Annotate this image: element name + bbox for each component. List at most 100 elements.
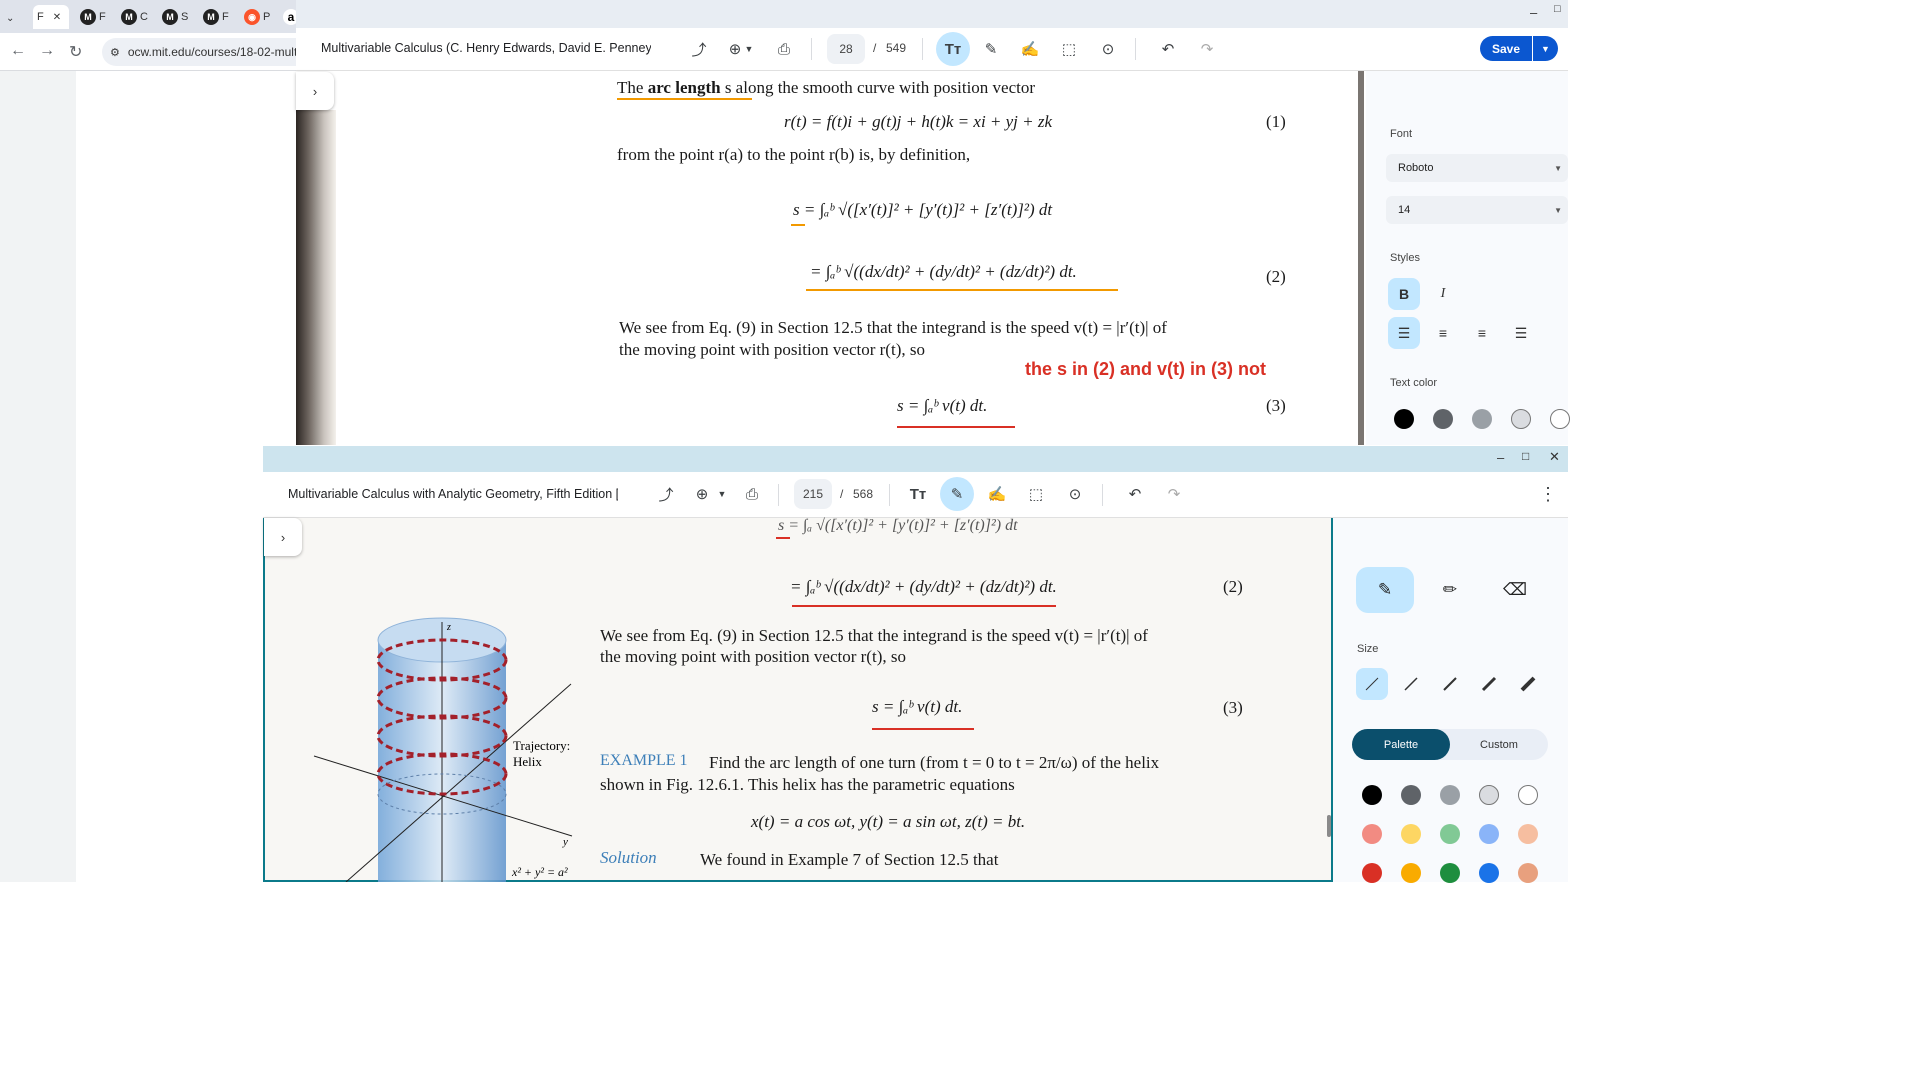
- forward-arrow-icon[interactable]: →: [39, 42, 55, 60]
- url-field[interactable]: ⚙ ocw.mit.edu/courses/18-02-mult: [102, 38, 312, 66]
- tab-5[interactable]: MF: [203, 5, 229, 29]
- figure-axis-y: y: [562, 836, 568, 848]
- page-number-input[interactable]: 215: [794, 479, 832, 509]
- ink-color-swatch[interactable]: [1362, 863, 1382, 883]
- minimize-icon[interactable]: –: [1530, 5, 1537, 20]
- ink-color-swatch[interactable]: [1479, 824, 1499, 844]
- align-center-button[interactable]: ≡: [1427, 317, 1459, 349]
- text-color-swatch[interactable]: [1394, 409, 1414, 429]
- doc-line: We see from Eq. (9) in Section 12.5 that…: [619, 318, 1167, 337]
- site-info-icon[interactable]: ⚙: [110, 46, 120, 59]
- back-arrow-icon[interactable]: ←: [10, 42, 26, 60]
- print-icon[interactable]: ⎙: [769, 34, 799, 64]
- ink-color-swatch[interactable]: [1440, 863, 1460, 883]
- tab-2[interactable]: MF: [80, 5, 106, 29]
- share-icon[interactable]: ⤴: [684, 34, 714, 64]
- undo-icon[interactable]: ↶: [1120, 479, 1150, 509]
- signature-tool-icon[interactable]: ✍: [1015, 34, 1045, 64]
- text-tool-icon[interactable]: Tт: [936, 32, 970, 66]
- draw-tool-icon[interactable]: ✎: [976, 34, 1006, 64]
- url-text: ocw.mit.edu/courses/18-02-mult: [127, 45, 298, 59]
- tab-label: F: [99, 11, 106, 23]
- screenshot-icon[interactable]: ⊙: [1093, 34, 1123, 64]
- eraser-tool-button[interactable]: ⌫: [1486, 567, 1544, 613]
- redo-icon[interactable]: ↷: [1159, 479, 1189, 509]
- more-options-icon[interactable]: ⋮: [1533, 479, 1563, 509]
- draw-tool-icon[interactable]: ✎: [940, 477, 974, 511]
- signature-tool-icon[interactable]: ✍: [982, 479, 1012, 509]
- tab-6[interactable]: ◉ P: [244, 5, 270, 29]
- toggle-sidebar-button[interactable]: ›: [296, 72, 334, 110]
- align-right-button[interactable]: ≡: [1466, 317, 1498, 349]
- ink-color-swatch[interactable]: [1401, 824, 1421, 844]
- bold-button[interactable]: B: [1388, 278, 1420, 310]
- custom-tab[interactable]: Custom: [1450, 729, 1548, 760]
- ink-color-swatch[interactable]: [1518, 785, 1538, 805]
- equation-3: s = ∫ₐᵇ v(t) dt.: [897, 396, 988, 415]
- screenshot-icon[interactable]: ⊙: [1060, 479, 1090, 509]
- page-number-input[interactable]: 28: [827, 34, 865, 64]
- italic-button[interactable]: I: [1427, 278, 1459, 310]
- palette-tab[interactable]: Palette: [1352, 729, 1450, 760]
- equation-top-partial: s = ∫ₐ √([x′(t)]² + [y′(t)]² + [z′(t)]²)…: [778, 517, 1018, 534]
- mit-icon: M: [162, 9, 178, 25]
- tab-label: C: [140, 11, 148, 23]
- doc-line-arc-length: The arc length s along the smooth curve …: [617, 78, 1036, 97]
- tab-3[interactable]: MC: [121, 5, 148, 29]
- tab-label: S: [181, 11, 189, 23]
- tab-close-icon[interactable]: ✕: [53, 12, 61, 23]
- select-area-icon[interactable]: ⬚: [1054, 34, 1084, 64]
- font-family-select[interactable]: Roboto ▼: [1386, 154, 1568, 182]
- highlighter-tool-button[interactable]: ✏: [1421, 567, 1479, 613]
- ink-color-swatch[interactable]: [1362, 824, 1382, 844]
- ink-color-swatch[interactable]: [1401, 785, 1421, 805]
- text-tool-icon[interactable]: Tт: [903, 479, 933, 509]
- save-options-dropdown[interactable]: ▼: [1533, 36, 1558, 61]
- share-icon[interactable]: ⤴: [651, 479, 681, 509]
- figure-label-trajectory: Trajectory:: [513, 738, 570, 753]
- justify-button[interactable]: ☰: [1505, 317, 1537, 349]
- close-icon[interactable]: ✕: [1549, 449, 1560, 465]
- scrollbar-thumb[interactable]: [1327, 815, 1331, 837]
- ink-color-swatch[interactable]: [1401, 863, 1421, 883]
- select-area-icon[interactable]: ⬚: [1021, 479, 1051, 509]
- stroke-size-2[interactable]: [1395, 668, 1427, 700]
- text-color-swatch[interactable]: [1511, 409, 1531, 429]
- zoom-icon[interactable]: ⊕: [687, 479, 717, 509]
- undo-icon[interactable]: ↶: [1153, 34, 1183, 64]
- stroke-size-3[interactable]: [1434, 668, 1466, 700]
- reload-icon[interactable]: ↻: [69, 42, 82, 62]
- chevron-down-icon[interactable]: ▼: [741, 34, 757, 64]
- text-color-swatch[interactable]: [1550, 409, 1570, 429]
- toggle-sidebar-button[interactable]: ›: [264, 518, 302, 556]
- tab-active[interactable]: F ✕: [33, 5, 69, 29]
- maximize-icon[interactable]: □: [1554, 3, 1561, 15]
- save-button[interactable]: Save: [1480, 36, 1532, 61]
- text-color-swatch[interactable]: [1433, 409, 1453, 429]
- ink-color-swatch[interactable]: [1518, 863, 1538, 883]
- text-annotation[interactable]: the s in (2) and v(t) in (3) not: [1025, 359, 1266, 380]
- print-icon[interactable]: ⎙: [737, 479, 767, 509]
- stroke-size-5[interactable]: [1512, 668, 1544, 700]
- ink-color-swatch[interactable]: [1479, 785, 1499, 805]
- maximize-icon[interactable]: □: [1522, 449, 1529, 463]
- redo-icon[interactable]: ↷: [1192, 34, 1222, 64]
- stroke-size-4[interactable]: [1473, 668, 1505, 700]
- window2-toolbar: Multivariable Calculus with Analytic Geo…: [263, 472, 1568, 518]
- ink-color-swatch[interactable]: [1440, 824, 1460, 844]
- ink-color-swatch[interactable]: [1479, 863, 1499, 883]
- text-color-swatch[interactable]: [1472, 409, 1492, 429]
- pen-tool-button[interactable]: ✎: [1356, 567, 1414, 613]
- ink-color-swatch[interactable]: [1518, 824, 1538, 844]
- chevron-down-icon[interactable]: ▼: [714, 479, 730, 509]
- text-properties-panel: Font Roboto ▼ 14 ▼ Styles B I ☰ ≡ ≡ ☰ Text…: [1366, 71, 1570, 445]
- stroke-size-1[interactable]: [1356, 668, 1388, 700]
- document-title: Multivariable Calculus (C. Henry Edwards…: [321, 41, 651, 55]
- font-size-select[interactable]: 14 ▼: [1386, 196, 1568, 224]
- minimize-icon[interactable]: –: [1497, 450, 1504, 465]
- ink-color-swatch[interactable]: [1362, 785, 1382, 805]
- align-left-button[interactable]: ☰: [1388, 317, 1420, 349]
- tab-4[interactable]: MS: [162, 5, 188, 29]
- ink-color-swatch[interactable]: [1440, 785, 1460, 805]
- tab-list-button[interactable]: ⌄: [6, 6, 14, 30]
